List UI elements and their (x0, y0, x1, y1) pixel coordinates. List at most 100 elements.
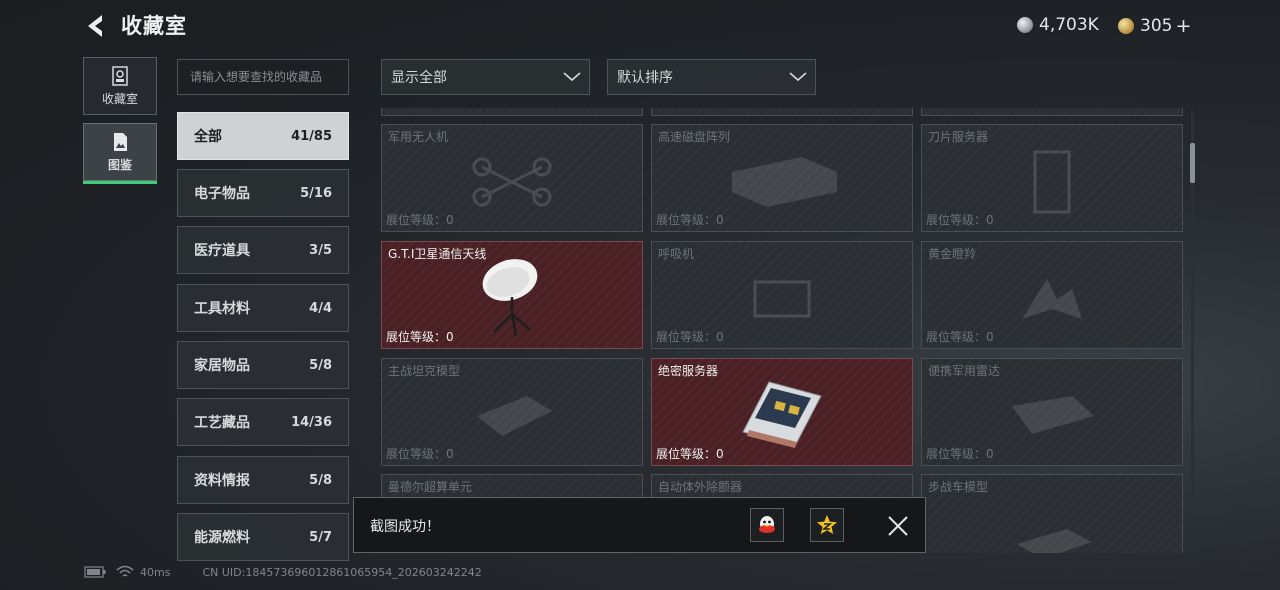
item-card-satellite-antenna[interactable]: G.T.I卫星通信天线 展位等级：0 (381, 241, 643, 349)
uid-text: CN UID:18457369601286106595​4_2026032422… (202, 565, 482, 579)
category-count: 14/36 (291, 414, 332, 430)
item-name: 主战坦克模型 (388, 364, 461, 378)
item-card-partial[interactable] (651, 108, 913, 116)
disk-array-icon (732, 157, 837, 208)
category-all[interactable]: 全部 41/85 (177, 112, 349, 160)
category-count: 5/7 (309, 529, 332, 545)
item-level: 展位等级：0 (386, 330, 454, 344)
item-card-military-drone[interactable]: 军用无人机 展位等级：0 (381, 124, 643, 232)
item-card-portable-radar[interactable]: 便携军用雷达 展位等级：0 (921, 358, 1183, 466)
category-tools[interactable]: 工具材料 4/4 (177, 284, 349, 332)
category-count: 3/5 (309, 242, 332, 258)
item-level: 展位等级：0 (926, 330, 994, 344)
battery-icon (84, 566, 106, 578)
item-card-ventilator[interactable]: 呼吸机 展位等级：0 (651, 241, 913, 349)
gold-currency[interactable]: 305 + (1118, 15, 1191, 37)
catalog-icon (114, 132, 127, 151)
category-label: 能源燃料 (194, 530, 250, 546)
active-indicator (83, 181, 157, 184)
wifi-icon (116, 565, 134, 577)
category-household[interactable]: 家居物品 5/8 (177, 341, 349, 389)
share-qzone-button[interactable] (810, 508, 844, 542)
ventilator-icon (753, 280, 811, 318)
category-label: 资料情报 (194, 473, 250, 489)
server-icon (742, 381, 822, 449)
chevron-down-icon (789, 72, 807, 82)
radar-icon (1012, 396, 1094, 435)
silver-currency: 4,703K (1017, 15, 1099, 35)
scrollbar-thumb[interactable] (1190, 143, 1195, 183)
silver-amount: 4,703K (1039, 15, 1099, 35)
item-card-golden-gazelle[interactable]: 黄金瞪羚 展位等级：0 (921, 241, 1183, 349)
toast-message: 截图成功！ (370, 519, 440, 535)
item-level: 展位等级：0 (656, 330, 724, 344)
item-name: 自动体外除颤器 (658, 480, 743, 494)
nav-catalog[interactable]: 图鉴 (83, 123, 157, 184)
item-name: 刀片服务器 (928, 130, 989, 144)
item-card-partial[interactable] (921, 108, 1183, 116)
item-name: 绝密服务器 (658, 364, 719, 378)
page-title: 收藏室 (121, 14, 187, 38)
nav-label: 收藏室 (101, 91, 138, 106)
add-gold-icon[interactable]: + (1175, 15, 1191, 37)
category-label: 医疗道具 (194, 243, 250, 259)
item-card-tank-model[interactable]: 主战坦克模型 展位等级：0 (381, 358, 643, 466)
item-card-disk-array[interactable]: 高速磁盘阵列 展位等级：0 (651, 124, 913, 232)
gold-coin-icon (1118, 18, 1134, 34)
item-name: 呼吸机 (658, 247, 695, 261)
share-qq-button[interactable] (750, 508, 784, 542)
sort-value: 默认排序 (617, 70, 673, 86)
category-label: 电子物品 (194, 186, 250, 202)
chevron-down-icon (563, 72, 581, 82)
blade-server-icon (1033, 150, 1071, 214)
category-intel[interactable]: 资料情报 5/8 (177, 456, 349, 504)
item-level: 展位等级：0 (926, 447, 994, 461)
item-card-ifv-model[interactable]: 步战车模型 (921, 474, 1183, 553)
category-label: 工艺藏品 (194, 415, 250, 431)
item-level: 展位等级：0 (386, 447, 454, 461)
nav-label: 图鉴 (107, 157, 132, 172)
category-crafts[interactable]: 工艺藏品 14/36 (177, 398, 349, 446)
status-footer: 40ms CN UID:18457369601286106595​4_20260… (84, 565, 482, 579)
nav-collection-room[interactable]: 收藏室 (83, 57, 157, 115)
ping-value: 40ms (140, 565, 171, 579)
item-card-blade-server[interactable]: 刀片服务器 展位等级：0 (921, 124, 1183, 232)
item-level: 展位等级：0 (386, 213, 454, 227)
item-name: 曼德尔超算单元 (388, 480, 473, 494)
item-level: 展位等级：0 (656, 447, 724, 461)
category-electronics[interactable]: 电子物品 5/16 (177, 169, 349, 217)
category-count: 5/8 (309, 357, 332, 373)
item-grid: 军用无人机 展位等级：0 高速磁盘阵列 展位等级：0 刀片服务器 展位等级：0 … (380, 108, 1185, 553)
drone-icon (472, 157, 552, 207)
item-name: 军用无人机 (388, 130, 449, 144)
back-arrow-icon[interactable] (82, 12, 110, 40)
search-input[interactable] (177, 59, 349, 95)
qzone-star-icon (817, 515, 837, 534)
item-card-partial[interactable] (381, 108, 643, 116)
item-name: 便携军用雷达 (928, 364, 1001, 378)
sort-dropdown[interactable]: 默认排序 (607, 59, 816, 95)
display-filter-value: 显示全部 (391, 70, 447, 86)
close-icon[interactable] (886, 514, 910, 538)
category-count: 5/8 (309, 472, 332, 488)
gazelle-icon (1022, 279, 1082, 320)
collection-room-icon (112, 65, 128, 86)
item-name: 步战车模型 (928, 480, 989, 494)
display-filter-dropdown[interactable]: 显示全部 (381, 59, 590, 95)
ifv-model-icon (1017, 528, 1092, 553)
item-name: 高速磁盘阵列 (658, 130, 731, 144)
item-level: 展位等级：0 (926, 213, 994, 227)
category-medical[interactable]: 医疗道具 3/5 (177, 226, 349, 274)
category-count: 5/16 (300, 185, 332, 201)
category-label: 全部 (194, 129, 222, 145)
tank-model-icon (477, 396, 552, 437)
item-name: 黄金瞪羚 (928, 247, 977, 261)
category-label: 家居物品 (194, 358, 250, 374)
gold-amount: 305 (1140, 16, 1173, 36)
category-energy[interactable]: 能源燃料 5/7 (177, 513, 349, 561)
category-count: 4/4 (309, 300, 332, 316)
category-count: 41/85 (291, 128, 332, 144)
qq-icon (759, 516, 775, 533)
item-card-top-secret-server[interactable]: 绝密服务器 展位等级：0 (651, 358, 913, 466)
silver-coin-icon (1017, 17, 1033, 33)
